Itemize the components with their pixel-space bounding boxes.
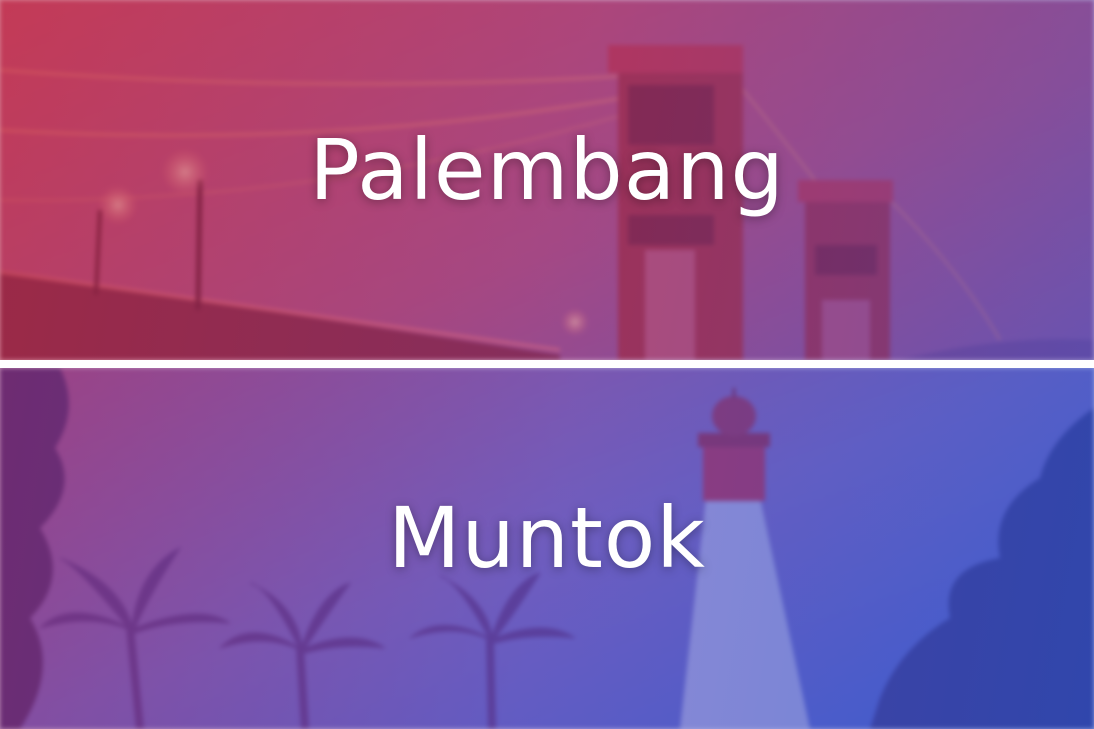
city-title-muntok: Muntok <box>388 489 706 587</box>
palembang-panel[interactable]: Palembang <box>0 0 1094 360</box>
panel-divider <box>0 360 1094 368</box>
city-banner: Palembang Muntok <box>0 0 1094 729</box>
muntok-panel[interactable]: Muntok <box>0 368 1094 729</box>
city-title-palembang: Palembang <box>309 121 785 219</box>
